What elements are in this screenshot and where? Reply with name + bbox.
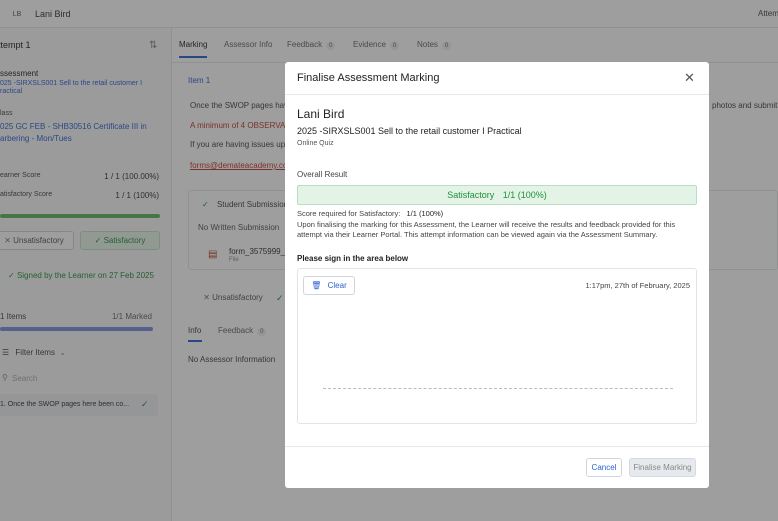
modal-header: Finalise Assessment Marking ✕ <box>285 62 709 95</box>
modal-learner-name: Lani Bird <box>297 107 345 121</box>
close-icon[interactable]: ✕ <box>684 70 695 86</box>
overall-result-label: Overall Result <box>297 170 348 179</box>
score-required: Score required for Satisfactory: 1/1 (10… <box>297 209 443 218</box>
modal-title: Finalise Assessment Marking <box>297 72 440 84</box>
result-text: Satisfactory <box>447 190 495 200</box>
notice-line-2: attempt via their Learner Portal. This a… <box>297 230 658 239</box>
modal-assessment-type: Online Quiz <box>297 140 334 147</box>
notice-line-1: Upon finalising the marking for this Ass… <box>297 220 676 229</box>
overall-result: Satisfactory 1/1 (100%) <box>298 190 696 200</box>
clear-button[interactable]: 🗑 Clear <box>303 276 355 295</box>
finalise-modal: Finalise Assessment Marking ✕ Lani Bird … <box>285 62 709 488</box>
signature-box[interactable]: 🗑 Clear 1:17pm, 27th of February, 2025 <box>297 268 697 424</box>
modal-assessment-name: 2025 -SIRXSLS001 Sell to the retail cust… <box>297 126 522 136</box>
signature-timestamp: 1:17pm, 27th of February, 2025 <box>585 281 690 290</box>
cancel-button[interactable]: Cancel <box>586 458 622 477</box>
trash-icon: 🗑 <box>311 281 322 290</box>
overall-result-bar: Satisfactory 1/1 (100%) <box>297 185 697 205</box>
score-required-value: 1/1 (100%) <box>406 209 444 218</box>
modal-footer: Cancel Finalise Marking <box>285 446 709 488</box>
signature-line <box>323 388 673 389</box>
clear-label: Clear <box>327 281 347 290</box>
finalise-marking-button[interactable]: Finalise Marking <box>629 458 696 477</box>
score-required-label: Score required for Satisfactory: <box>297 209 401 218</box>
result-score: 1/1 (100%) <box>502 190 547 200</box>
sign-prompt: Please sign in the area below <box>297 254 409 263</box>
